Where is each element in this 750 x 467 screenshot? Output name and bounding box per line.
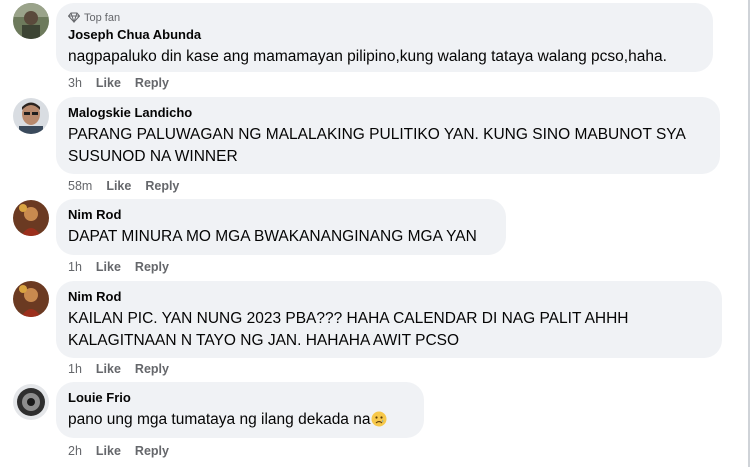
top-fan-badge[interactable]: Top fan [68, 11, 701, 24]
reply-button[interactable]: Reply [135, 75, 169, 91]
comment-actions: 1h Like Reply [68, 361, 169, 377]
comment-text: KAILAN PIC. YAN NUNG 2023 PBA??? HAHA CA… [68, 310, 633, 349]
comment-text-content: pano ung mga tumataya ng ilang dekada na [68, 411, 371, 428]
comment-time[interactable]: 3h [68, 75, 82, 91]
comment-actions: 2h Like Reply [68, 443, 169, 459]
comment-text: pano ung mga tumataya ng ilang dekada na [68, 409, 412, 431]
reply-button[interactable]: Reply [135, 259, 169, 275]
commenter-name[interactable]: Joseph Chua Abunda [68, 27, 701, 43]
reply-button[interactable]: Reply [135, 361, 169, 377]
avatar[interactable] [13, 98, 49, 134]
comment-bubble: Nim Rod KAILAN PIC. YAN NUNG 2023 PBA???… [56, 281, 722, 358]
comment-bubble: Nim Rod DAPAT MINURA MO MGA BWAKANANGINA… [56, 199, 506, 255]
commenter-name[interactable]: Nim Rod [68, 207, 494, 223]
comment-bubble: Louie Frio pano ung mga tumataya ng ilan… [56, 382, 424, 438]
commenter-name[interactable]: Nim Rod [68, 289, 710, 305]
comment-actions: 1h Like Reply [68, 259, 169, 275]
comment-time[interactable]: 1h [68, 361, 82, 377]
avatar[interactable] [13, 200, 49, 236]
comment-time[interactable]: 2h [68, 443, 82, 459]
comment-actions: 3h Like Reply [68, 75, 169, 91]
reply-button[interactable]: Reply [145, 178, 179, 194]
comment-bubble: Malogskie Landicho PARANG PALUWAGAN NG M… [56, 97, 720, 174]
avatar[interactable] [13, 3, 49, 39]
comment-time[interactable]: 58m [68, 178, 92, 194]
avatar[interactable] [13, 281, 49, 317]
reply-button[interactable]: Reply [135, 443, 169, 459]
comment-text: DAPAT MINURA MO MGA BWAKANANGINANG MGA Y… [68, 228, 477, 245]
badge-label: Top fan [84, 11, 121, 24]
comment-text: nagpapaluko din kase ang mamamayan pilip… [68, 48, 667, 65]
commenter-name[interactable]: Louie Frio [68, 390, 412, 406]
commenter-name[interactable]: Malogskie Landicho [68, 105, 708, 121]
comment-text: PARANG PALUWAGAN NG MALALAKING PULITIKO … [68, 126, 690, 165]
like-button[interactable]: Like [96, 443, 121, 459]
comment-bubble: Top fan Joseph Chua Abunda nagpapaluko d… [56, 3, 713, 72]
avatar[interactable] [13, 384, 49, 420]
like-button[interactable]: Like [96, 75, 121, 91]
like-button[interactable]: Like [106, 178, 131, 194]
diamond-icon [68, 12, 80, 23]
like-button[interactable]: Like [96, 259, 121, 275]
comment-actions: 58m Like Reply [68, 178, 179, 194]
like-button[interactable]: Like [96, 361, 121, 377]
sad-face-emoji [371, 411, 387, 427]
comment-time[interactable]: 1h [68, 259, 82, 275]
